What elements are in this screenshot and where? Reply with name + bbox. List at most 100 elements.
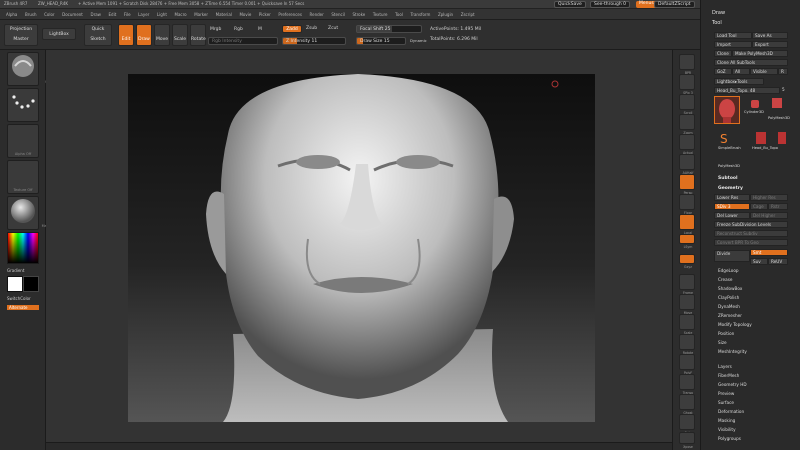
quicksave-button[interactable]: QuickSave	[554, 1, 586, 8]
fibermesh-section[interactable]: FiberMesh	[718, 373, 739, 378]
geometry-section[interactable]: Geometry	[718, 186, 743, 191]
rstr-button[interactable]: Rstr	[768, 203, 788, 210]
menu-material[interactable]: Material	[216, 9, 232, 20]
actual-button[interactable]: Actual	[679, 134, 695, 155]
spix-button[interactable]: SPix 3	[679, 74, 695, 95]
meshintegrity-section[interactable]: MeshIntegrity	[718, 349, 747, 354]
layers-section[interactable]: Layers	[718, 364, 732, 369]
clone-all-subtools-button[interactable]: Clone All SubTools	[714, 59, 788, 66]
higher-res-button[interactable]: Higher Res	[750, 194, 788, 201]
save-as-button[interactable]: Save As	[752, 32, 788, 39]
menu-edit[interactable]: Edit	[109, 9, 117, 20]
document-canvas[interactable]	[128, 74, 595, 422]
frame-button[interactable]: Frame	[679, 274, 695, 295]
zadd-button[interactable]: Zadd	[282, 25, 302, 33]
edgeloop-section[interactable]: EdgeLoop	[718, 268, 739, 273]
reuv-toggle[interactable]: ReUV	[768, 258, 788, 265]
masking-section[interactable]: Masking	[718, 418, 735, 423]
sdiv-slider[interactable]: SDiv 3	[714, 203, 750, 210]
dynamesh-section[interactable]: DynaMesh	[718, 304, 740, 309]
scale-view-button[interactable]: Scale	[679, 314, 695, 335]
geometry-hd-section[interactable]: Geometry HD	[718, 382, 747, 387]
secondary-color-swatch[interactable]	[23, 276, 39, 292]
move-button[interactable]: Move	[154, 24, 170, 46]
draw-palette-header[interactable]: Draw	[712, 10, 725, 16]
suv-toggle[interactable]: Suv	[750, 258, 768, 265]
cage-button[interactable]: Cage	[750, 203, 768, 210]
del-higher-button[interactable]: Del Higher	[750, 212, 788, 219]
scroll-button[interactable]: Scroll	[679, 94, 695, 115]
xpose-button[interactable]: Xpose	[679, 432, 695, 449]
r-button[interactable]: R	[778, 68, 788, 75]
menu-movie[interactable]: Movie	[239, 9, 251, 20]
menu-texture[interactable]: Texture	[373, 9, 388, 20]
stroke-thumbnail[interactable]: Dots	[7, 88, 57, 122]
projection-master-button[interactable]: Projection Master	[4, 24, 38, 46]
switchcolor-button[interactable]: SwitchColor	[7, 296, 31, 301]
zoom-button[interactable]: Zoom	[679, 114, 695, 135]
polygroups-section[interactable]: Polygroups	[718, 436, 741, 441]
shadowbox-section[interactable]: ShadowBox	[718, 286, 742, 291]
z-intensity-slider[interactable]: Z Intensity 11	[282, 37, 346, 45]
lower-res-button[interactable]: Lower Res	[714, 194, 750, 201]
all-button[interactable]: All	[732, 68, 750, 75]
clone-button[interactable]: Clone	[714, 50, 732, 57]
menu-document[interactable]: Document	[62, 9, 83, 20]
make-polymesh-button[interactable]: Make PolyMesh3D	[732, 50, 788, 57]
modify-topology-section[interactable]: Modify Topology	[718, 322, 752, 327]
menu-marker[interactable]: Marker	[194, 9, 208, 20]
menu-transform[interactable]: Transform	[410, 9, 430, 20]
default-zscript-button[interactable]: DefaultZScript	[654, 1, 695, 8]
rotate-view-button[interactable]: Rotate	[679, 334, 695, 355]
tool-palette-header[interactable]: Tool	[712, 20, 722, 26]
tool-thumb-head[interactable]	[714, 96, 740, 124]
size-section[interactable]: Size	[718, 340, 727, 345]
draw-size-slider[interactable]: Draw Size 15	[356, 37, 406, 45]
tool-thumb-cylinder[interactable]	[748, 98, 762, 110]
m-toggle[interactable]: M	[258, 27, 262, 32]
transp-button[interactable]: Transp	[679, 374, 695, 395]
claypolish-section[interactable]: ClayPolish	[718, 295, 739, 300]
menu-stroke[interactable]: Stroke	[353, 9, 366, 20]
lightbox-button[interactable]: LightBox	[42, 28, 76, 40]
lightbox-tools-button[interactable]: Lightbox▸Tools	[714, 78, 764, 85]
main-color-swatch[interactable]	[7, 276, 23, 292]
texture-thumbnail[interactable]: Texture Off	[7, 160, 39, 194]
menu-macro[interactable]: Macro	[175, 9, 187, 20]
visibility-section[interactable]: Visibility	[718, 427, 736, 432]
rgb-toggle[interactable]: Rgb	[234, 27, 243, 32]
solo-button[interactable]: Solo	[679, 414, 695, 435]
menu-zscript[interactable]: Zscript	[461, 9, 475, 20]
visible-button[interactable]: Visible	[750, 68, 778, 75]
brush-thumbnail[interactable]: Standard	[7, 52, 61, 86]
position-section[interactable]: Position	[718, 331, 734, 336]
menu-picker[interactable]: Picker	[259, 9, 271, 20]
aahalf-button[interactable]: AAHalf	[679, 154, 695, 175]
material-thumbnail[interactable]: MatCap Gray	[7, 196, 64, 230]
zcut-toggle[interactable]: Zcut	[328, 26, 338, 31]
polymesh2-icon[interactable]	[778, 132, 786, 144]
draw-button[interactable]: Draw	[136, 24, 152, 46]
bpr-render-button[interactable]: BPR	[679, 54, 695, 75]
menu-light[interactable]: Light	[157, 9, 167, 20]
menu-stencil[interactable]: Stencil	[331, 9, 345, 20]
lsym-button[interactable]: LSym	[679, 234, 695, 249]
goz-button[interactable]: GoZ	[714, 68, 732, 75]
dynamic-toggle[interactable]: Dynamic	[410, 38, 427, 43]
freeze-subdivision-button[interactable]: Freeze SubDivision Levels	[714, 221, 788, 228]
head-topo-icon[interactable]	[756, 132, 766, 144]
preview-section[interactable]: Preview	[718, 391, 734, 396]
mrgb-toggle[interactable]: Mrgb	[210, 27, 221, 32]
gxyz-button[interactable]: Gxyz	[679, 254, 695, 269]
alpha-thumbnail[interactable]: Alpha Off	[7, 124, 39, 158]
alternate-button[interactable]: Alternate	[7, 305, 39, 310]
divide-button[interactable]: Divide	[714, 250, 750, 262]
color-picker[interactable]	[7, 232, 39, 264]
see-through-slider[interactable]: See-through 0	[590, 1, 630, 8]
menu-tool[interactable]: Tool	[395, 9, 403, 20]
move-view-button[interactable]: Move	[679, 294, 695, 315]
reconstruct-subdiv-button[interactable]: Reconstruct Subdiv	[714, 230, 788, 237]
subtool-section[interactable]: Subtool	[718, 176, 738, 181]
menu-render[interactable]: Render	[310, 9, 324, 20]
ghost-button[interactable]: Ghost	[679, 394, 695, 415]
